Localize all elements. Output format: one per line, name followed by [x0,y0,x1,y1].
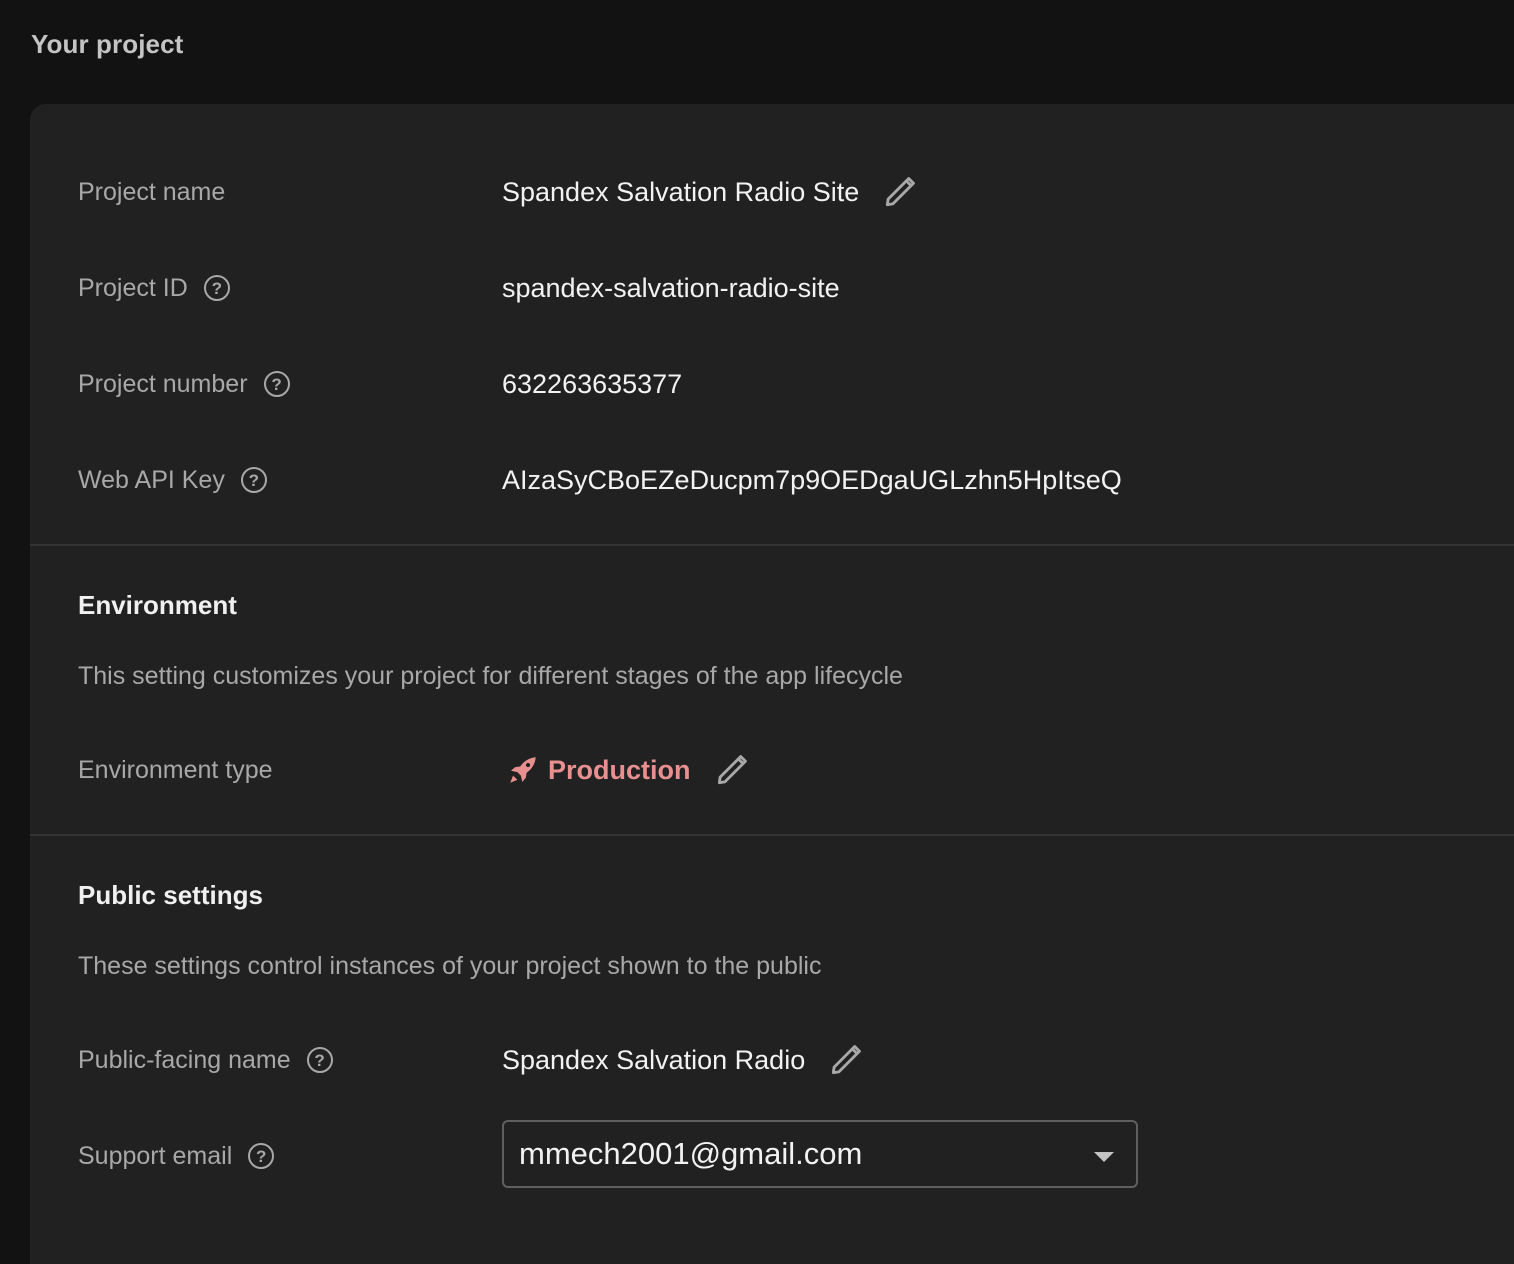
environment-type-row: Environment type Production [30,740,1514,800]
environment-type-label-text: Environment type [78,755,273,784]
project-id-row: Project ID ? spandex-salvation-radio-sit… [30,258,1514,318]
project-name-value: Spandex Salvation Radio Site [502,162,919,222]
web-api-key-value: AIzaSyCBoEZeDucpm7p9OEDgaUGLzhn5HpItseQ [502,464,1122,495]
web-api-key-row: Web API Key ? AIzaSyCBoEZeDucpm7p9OEDgaU… [30,450,1514,510]
help-icon[interactable]: ? [248,1143,275,1169]
pencil-icon[interactable] [827,1041,865,1079]
support-email-selected-value: mmech2001@gmail.com [519,1136,863,1171]
environment-type-text: Production [548,754,691,785]
project-number-value: 632263635377 [502,368,683,399]
project-id-value: spandex-salvation-radio-site [502,272,840,303]
help-icon[interactable]: ? [306,1047,333,1073]
support-email-label-text: Support email [78,1141,233,1170]
help-icon[interactable]: ? [263,371,290,397]
project-id-label: Project ID ? [78,258,230,318]
web-api-key-label: Web API Key ? [78,450,267,510]
caret-down-icon[interactable] [1094,1152,1114,1162]
web-api-key-label-text: Web API Key [78,465,225,494]
divider [30,834,1514,836]
environment-type-label: Environment type [78,740,273,800]
environment-description: This setting customizes your project for… [78,662,903,690]
pencil-icon[interactable] [713,751,751,789]
rocket-icon [506,753,540,787]
project-name-row: Project name Spandex Salvation Radio Sit… [30,162,1514,222]
environment-badge: Production [502,753,691,787]
project-number-label: Project number ? [78,354,290,414]
environment-type-value: Production [502,740,751,800]
project-name-text: Spandex Salvation Radio Site [502,176,860,207]
public-facing-name-label-text: Public-facing name [78,1045,291,1074]
pencil-icon[interactable] [881,173,919,211]
project-id-label-text: Project ID [78,273,188,302]
public-facing-name-value: Spandex Salvation Radio [502,1030,865,1090]
environment-section-title: Environment [78,590,237,620]
help-icon[interactable]: ? [240,467,267,493]
project-name-label-text: Project name [78,177,226,206]
help-icon[interactable]: ? [203,275,230,301]
project-name-label: Project name [78,162,225,222]
public-facing-name-row: Public-facing name ? Spandex Salvation R… [30,1030,1514,1090]
public-facing-name-label: Public-facing name ? [78,1030,333,1090]
project-number-row: Project number ? 632263635377 [30,354,1514,414]
public-settings-description: These settings control instances of your… [78,952,822,980]
public-settings-section-title: Public settings [78,880,263,910]
page-title: Your project [31,29,184,59]
project-number-label-text: Project number [78,369,248,398]
public-facing-name-text: Spandex Salvation Radio [502,1044,806,1075]
support-email-label: Support email ? [78,1126,275,1186]
support-email-select[interactable]: mmech2001@gmail.com [502,1120,1138,1188]
project-settings-card: Project name Spandex Salvation Radio Sit… [30,104,1514,1264]
divider [30,544,1514,546]
